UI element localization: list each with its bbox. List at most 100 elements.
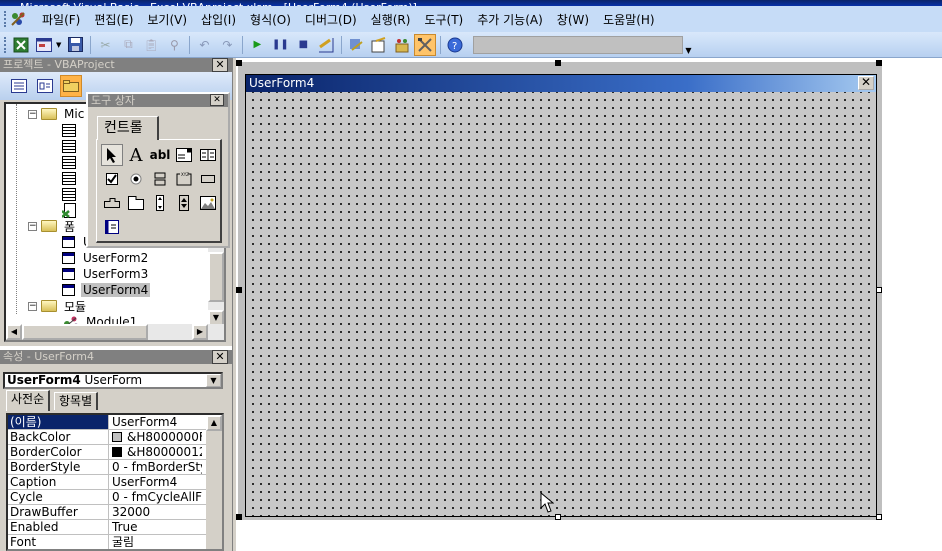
- properties-title-bar[interactable]: 속성 - UserForm4 ✕: [0, 350, 232, 364]
- object-selector[interactable]: UserForm4 UserForm ▼: [3, 372, 223, 389]
- tree-item-userform3[interactable]: UserForm3: [62, 266, 150, 282]
- project-explorer-close-button[interactable]: ✕: [212, 58, 228, 72]
- property-value[interactable]: 32000: [109, 505, 202, 519]
- toolbox-title-bar[interactable]: 도구 상자 ✕: [88, 94, 228, 107]
- tool-frame[interactable]: XYZ: [173, 168, 195, 190]
- tool-command-button[interactable]: [197, 168, 219, 190]
- property-value[interactable]: 굴림: [109, 535, 202, 549]
- property-row-borderstyle[interactable]: BorderStyle 0 - fmBorderStyl: [8, 460, 222, 475]
- properties-window-button[interactable]: [368, 34, 390, 56]
- toolbar-options-icon[interactable]: ▼: [685, 46, 691, 55]
- property-row-cycle[interactable]: Cycle 0 - fmCycleAllFc: [8, 490, 222, 505]
- redo-button[interactable]: ↷: [216, 34, 238, 56]
- menu-file[interactable]: 파일(F): [36, 11, 88, 28]
- tree-item-sheet[interactable]: [62, 122, 80, 138]
- tree-item-userform2[interactable]: UserForm2: [62, 250, 150, 266]
- tree-folder-excel-objects[interactable]: − Mic: [28, 106, 86, 122]
- copy-button[interactable]: ⧉: [117, 34, 139, 56]
- insert-userform-button[interactable]: [33, 34, 55, 56]
- menu-addins[interactable]: 추가 기능(A): [471, 11, 551, 28]
- property-value[interactable]: UserForm4: [109, 475, 202, 489]
- tool-tabstrip[interactable]: [101, 192, 123, 214]
- selection-frame[interactable]: UserForm4 ✕: [238, 62, 882, 520]
- tool-toggle-button[interactable]: [149, 168, 171, 190]
- scroll-left-button[interactable]: ◀: [6, 324, 22, 340]
- tool-textbox[interactable]: abl: [149, 144, 171, 166]
- property-row-bordercolor[interactable]: BorderColor &H80000012&: [8, 445, 222, 460]
- tool-option-button[interactable]: [125, 168, 147, 190]
- run-button[interactable]: ▶: [246, 34, 268, 56]
- menu-tools[interactable]: 도구(T): [418, 11, 471, 28]
- property-value[interactable]: True: [109, 520, 202, 534]
- property-row-enabled[interactable]: Enabled True: [8, 520, 222, 535]
- collapse-icon[interactable]: −: [28, 221, 37, 231]
- menu-edit[interactable]: 편집(E): [88, 11, 141, 28]
- break-button[interactable]: ❚❚: [269, 34, 291, 56]
- userform-canvas[interactable]: UserForm4 ✕: [245, 74, 877, 517]
- tree-item-sheet[interactable]: [62, 154, 80, 170]
- tree-item-userform4[interactable]: UserForm4: [62, 282, 151, 298]
- tool-listbox[interactable]: [197, 144, 219, 166]
- property-row-backcolor[interactable]: BackColor &H8000000F&: [8, 430, 222, 445]
- tree-folder-forms[interactable]: − 폼: [28, 218, 77, 234]
- help-button[interactable]: ?: [444, 34, 466, 56]
- menu-view[interactable]: 보기(V): [141, 11, 195, 28]
- vba-app-icon[interactable]: [10, 11, 28, 27]
- toolbox-tab-controls[interactable]: 컨트롤: [97, 116, 159, 140]
- tool-label[interactable]: A: [125, 144, 147, 166]
- tool-spin-button[interactable]: [173, 192, 195, 214]
- menu-format[interactable]: 형식(O): [244, 11, 299, 28]
- property-row-font[interactable]: Font 굴림: [8, 535, 222, 549]
- tool-select-objects[interactable]: [101, 144, 123, 166]
- object-dropdown-icon[interactable]: ▼: [206, 374, 221, 387]
- property-row-drawbuffer[interactable]: DrawBuffer 32000: [8, 505, 222, 520]
- toolbox-button[interactable]: [414, 33, 437, 56]
- tree-item-sheet[interactable]: [62, 186, 80, 202]
- tool-multipage[interactable]: [125, 192, 147, 214]
- scrollbar-thumb[interactable]: [208, 252, 224, 302]
- find-button[interactable]: ⚲: [163, 34, 185, 56]
- paste-button[interactable]: 📋︎: [140, 34, 162, 56]
- insert-dropdown-icon[interactable]: ▼: [56, 41, 61, 49]
- tool-scrollbar[interactable]: [149, 192, 171, 214]
- toolbar-grip[interactable]: [4, 36, 7, 53]
- design-mode-button[interactable]: [315, 34, 337, 56]
- project-explorer-title-bar[interactable]: 프로젝트 - VBAProject ✕: [0, 58, 232, 72]
- menu-window[interactable]: 창(W): [551, 11, 597, 28]
- collapse-icon[interactable]: −: [28, 109, 37, 119]
- properties-close-button[interactable]: ✕: [212, 350, 228, 364]
- menu-help[interactable]: 도움말(H): [597, 11, 663, 28]
- tab-categorized[interactable]: 항목별: [54, 392, 99, 410]
- property-value[interactable]: 0 - fmBorderStyl: [109, 460, 202, 474]
- menu-insert[interactable]: 삽입(I): [195, 11, 244, 28]
- property-row-name[interactable]: (이름) UserForm4: [8, 415, 222, 430]
- menu-grip[interactable]: [4, 11, 7, 27]
- tool-image[interactable]: [197, 192, 219, 214]
- scroll-right-button[interactable]: ▶: [192, 324, 208, 340]
- toggle-folders-button[interactable]: [60, 75, 82, 97]
- property-value[interactable]: &H80000012&: [109, 445, 202, 459]
- scrollbar-thumb[interactable]: [22, 324, 148, 340]
- property-value[interactable]: 0 - fmCycleAllFc: [109, 490, 202, 504]
- tree-item-thisworkbook[interactable]: [62, 202, 76, 218]
- view-code-button[interactable]: [8, 75, 30, 97]
- resize-handle-middle-right[interactable]: [876, 287, 882, 293]
- collapse-icon[interactable]: −: [28, 301, 37, 311]
- tool-checkbox[interactable]: [101, 168, 123, 190]
- save-button[interactable]: [64, 34, 86, 56]
- property-value[interactable]: &H8000000F&: [109, 430, 202, 444]
- scroll-up-button[interactable]: ▲: [206, 415, 222, 431]
- project-explorer-button[interactable]: [345, 34, 367, 56]
- resize-handle-bottom-right[interactable]: [876, 514, 882, 520]
- property-row-caption[interactable]: Caption UserForm4: [8, 475, 222, 490]
- tool-combobox[interactable]: [173, 144, 195, 166]
- menu-debug[interactable]: 디버그(D): [299, 11, 365, 28]
- undo-button[interactable]: ↶: [193, 34, 215, 56]
- cut-button[interactable]: ✂: [94, 34, 116, 56]
- tab-alphabetic[interactable]: 사전순: [6, 390, 51, 411]
- tool-refedit[interactable]: [101, 216, 123, 238]
- view-excel-button[interactable]: [10, 34, 32, 56]
- tree-folder-modules[interactable]: − 모듈: [28, 298, 88, 314]
- tree-item-sheet[interactable]: [62, 138, 80, 154]
- reset-button[interactable]: ■: [292, 34, 314, 56]
